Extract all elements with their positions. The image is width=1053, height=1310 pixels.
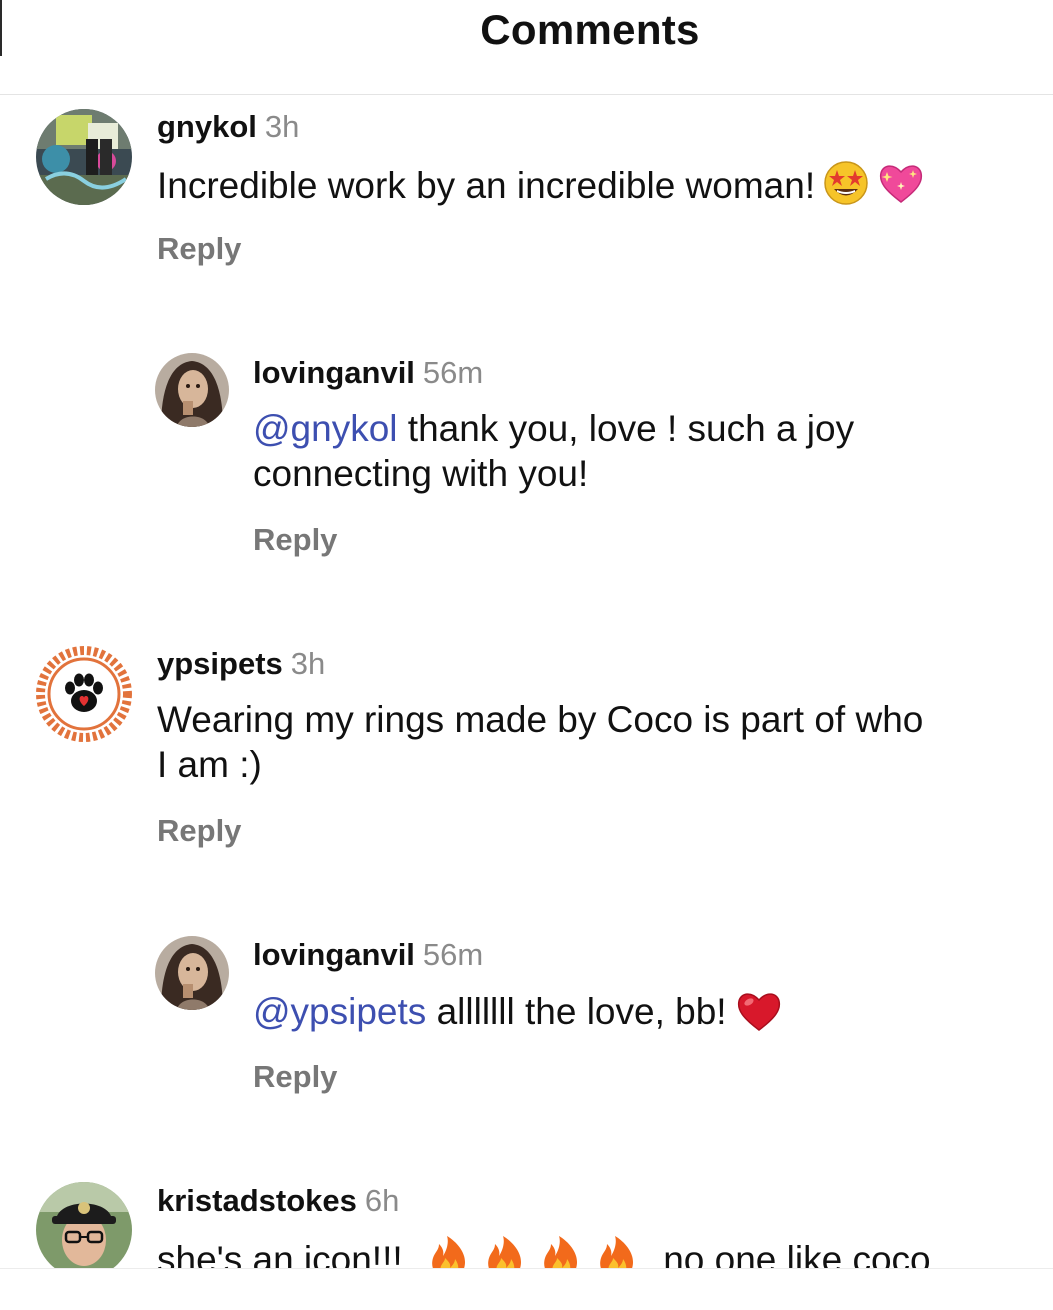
fire-emoji-icon [539,1234,583,1268]
avatar-lovinganvil[interactable] [155,353,229,427]
comment-meta: gnykol 3h [157,109,299,145]
red-heart-emoji-icon [735,988,783,1042]
sparkling-heart-emoji-icon [877,160,925,216]
reply-button[interactable]: Reply [157,231,241,267]
star-struck-emoji-icon [823,160,869,216]
avatar-kristadstokes[interactable] [36,1182,132,1268]
comment-text: Wearing my rings made by Coco is part of… [157,699,924,785]
comment-meta: kristadstokes 6h [157,1183,399,1219]
comment-text: @ypsipets alllllll the love, bb! [253,988,783,1042]
comments-header: Comments [0,0,1053,95]
avatar-ypsipets[interactable] [36,646,132,742]
page-title: Comments [480,6,700,53]
mention-link[interactable]: @ypsipets [253,991,426,1032]
timestamp: 6h [364,1183,400,1218]
comment-meta: lovinganvil 56m [253,355,483,391]
timestamp: 56m [422,355,484,390]
reply-button[interactable]: Reply [157,813,241,849]
fire-emoji-icon [427,1234,471,1268]
comment-meta: ypsipets 3h [157,646,325,682]
timestamp: 3h [290,646,326,681]
comment-meta: lovinganvil 56m [253,937,483,973]
reply-button[interactable]: Reply [253,522,337,558]
timestamp: 3h [264,109,300,144]
fire-emoji-icon [483,1234,527,1268]
comments-list[interactable]: gnykol 3h Incredible work by an incredibl… [0,95,1053,1268]
fire-emoji-icon [595,1234,639,1268]
divider [0,1268,1053,1269]
username[interactable]: gnykol [157,109,257,144]
reply-button[interactable]: Reply [253,1059,337,1095]
comment-text: Incredible work by an incredible woman! [157,160,925,216]
username[interactable]: lovinganvil [253,355,415,390]
comment-text: @gnykol thank you, love ! such a joy con… [253,408,855,494]
timestamp: 56m [422,937,484,972]
avatar-gnykol[interactable] [36,109,132,205]
username[interactable]: lovinganvil [253,937,415,972]
comment-text: she's an icon!!! no one like coco. [157,1234,941,1268]
username[interactable]: kristadstokes [157,1183,357,1218]
avatar-lovinganvil[interactable] [155,936,229,1010]
mention-link[interactable]: @gnykol [253,408,398,449]
username[interactable]: ypsipets [157,646,283,681]
